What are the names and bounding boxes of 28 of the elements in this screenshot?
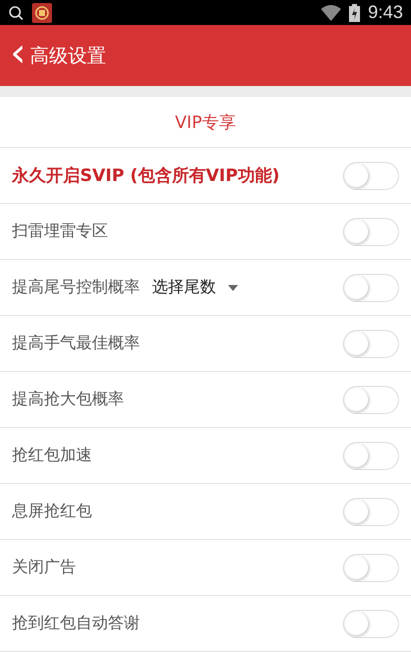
toggle-switch[interactable] (343, 274, 399, 302)
wifi-icon (320, 4, 341, 20)
toggle-switch[interactable] (343, 498, 399, 526)
toggle-switch[interactable] (343, 162, 399, 190)
setting-label: 关闭广告 (12, 557, 76, 578)
setting-label: 提高尾号控制概率 (12, 277, 140, 298)
setting-label: 永久开启SVIP (包含所有VIP功能) (12, 165, 280, 187)
toggle-switch[interactable] (343, 330, 399, 358)
setting-label: 抢到红包自动答谢 (12, 613, 140, 634)
setting-label: 抢红包加速 (12, 445, 92, 466)
battery-icon (348, 4, 360, 22)
toggle-switch[interactable] (343, 610, 399, 638)
toggle-switch[interactable] (343, 554, 399, 582)
app-icon (32, 2, 52, 22)
setting-label: 息屏抢红包 (12, 501, 92, 522)
setting-label: 提高抢大包概率 (12, 389, 124, 410)
search-icon (8, 4, 24, 20)
back-button[interactable]: ‹ (6, 32, 30, 78)
status-time: 9:43 (368, 2, 403, 23)
toggle-switch[interactable] (343, 218, 399, 246)
section-title: VIP专享 (0, 97, 411, 148)
toggle-switch[interactable] (343, 442, 399, 470)
caret-icon (228, 284, 238, 290)
page-title: 高级设置 (30, 44, 106, 68)
tail-number-dropdown[interactable]: 选择尾数 (152, 277, 238, 298)
setting-label: 扫雷埋雷专区 (12, 221, 108, 242)
toggle-switch[interactable] (343, 386, 399, 414)
setting-label: 提高手气最佳概率 (12, 333, 140, 354)
